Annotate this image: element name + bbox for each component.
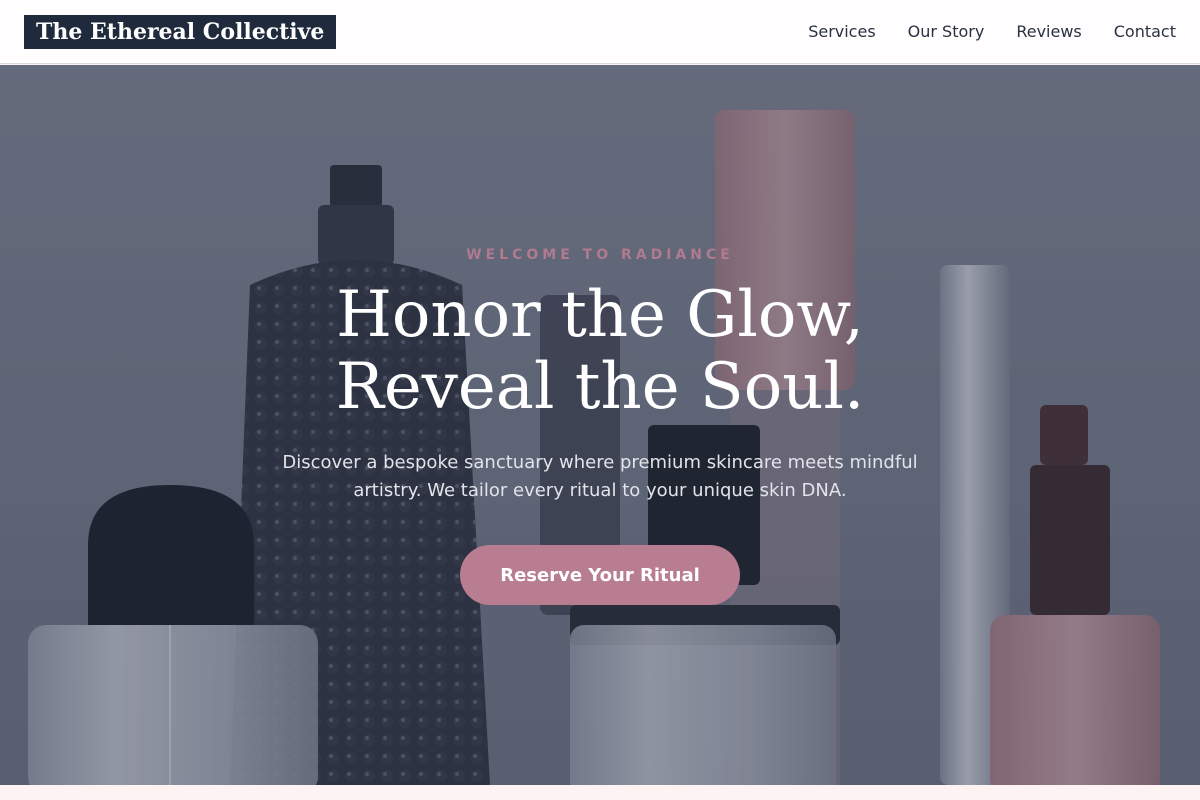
nav-link-contact[interactable]: Contact <box>1114 20 1176 44</box>
reserve-ritual-button[interactable]: Reserve Your Ritual <box>460 545 740 605</box>
hero-headline-line-2: Reveal the Soul. <box>335 350 865 424</box>
nav-link-services[interactable]: Services <box>808 20 875 44</box>
hero-section: WELCOME TO RADIANCE Honor the Glow, Reve… <box>0 65 1200 785</box>
brand-logo[interactable]: The Ethereal Collective <box>24 15 337 49</box>
hero-description: Discover a bespoke sanctuary where premi… <box>282 452 918 501</box>
nav-link-our-story[interactable]: Our Story <box>908 20 985 44</box>
hero-content: WELCOME TO RADIANCE Honor the Glow, Reve… <box>0 65 1200 785</box>
hero-eyebrow: WELCOME TO RADIANCE <box>466 247 734 263</box>
site-header: The Ethereal Collective Services Our Sto… <box>0 0 1200 64</box>
hero-headline: Honor the Glow, Reveal the Soul. <box>0 279 1200 423</box>
hero-headline-line-1: Honor the Glow, <box>336 278 864 352</box>
next-section-edge <box>0 785 1200 800</box>
main-nav: Services Our Story Reviews Contact <box>808 20 1176 44</box>
nav-link-reviews[interactable]: Reviews <box>1016 20 1081 44</box>
